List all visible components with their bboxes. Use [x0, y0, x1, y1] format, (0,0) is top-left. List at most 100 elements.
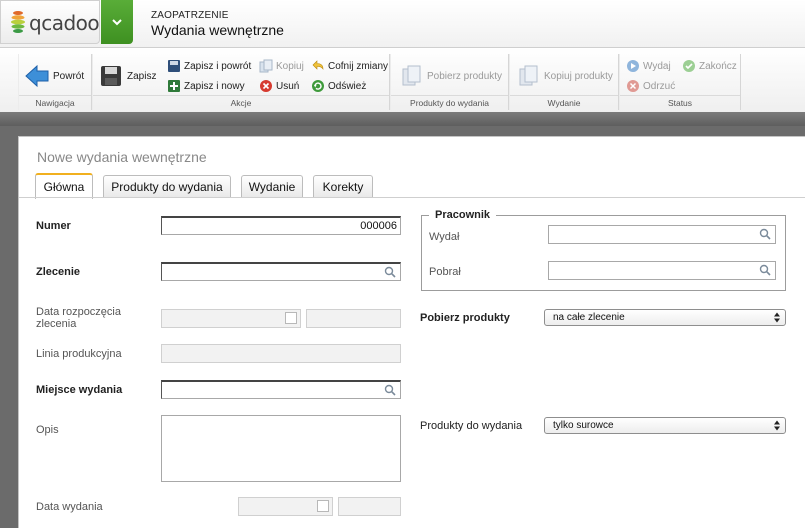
get-products-label: Pobierz produkty: [427, 70, 503, 82]
delete-button[interactable]: Usuń: [259, 79, 299, 93]
production-line-label: Linia produkcyjna: [36, 348, 122, 360]
ribbon-toolbar: Powrót Nawigacja Zapisz Zapisz i powrót: [0, 48, 805, 112]
copy-products-button[interactable]: Kopiuj produkty: [518, 65, 613, 87]
ribbon-group-label: Wydanie: [510, 95, 618, 108]
save-back-label: Zapisz i powrót: [184, 60, 252, 72]
reject-label: Odrzuć: [643, 80, 676, 92]
search-icon[interactable]: [759, 264, 771, 276]
number-value: 000006: [360, 220, 397, 232]
copy-button[interactable]: Kopiuj: [259, 59, 304, 73]
copy-products-label: Kopiuj produkty: [544, 70, 613, 82]
number-label: Numer: [36, 220, 71, 232]
check-icon: [683, 60, 695, 72]
refresh-icon: [312, 80, 324, 92]
issue-place-lookup-field[interactable]: [161, 380, 401, 399]
ribbon-group-actions: Zapisz Zapisz i powrót Zapisz i nowy Kop…: [92, 54, 390, 110]
save-back-icon: [168, 60, 180, 72]
app-header: qcadoo ZAOPATRZENIE Wydania wewnętrzne: [0, 0, 805, 48]
products-to-issue-label: Produkty do wydania: [420, 420, 523, 432]
get-products-button[interactable]: Pobierz produkty: [401, 65, 502, 87]
description-label: Opis: [36, 424, 59, 436]
ribbon-group-label: Akcje: [93, 95, 389, 108]
reject-icon: [627, 80, 639, 92]
arrow-left-icon: [25, 64, 49, 88]
products-to-issue-select-value: tylko surowce: [553, 420, 614, 431]
logo[interactable]: qcadoo: [0, 0, 100, 44]
issue-place-label: Miejsce wydania: [36, 384, 123, 396]
start-date-field[interactable]: [161, 309, 301, 328]
start-date-label-line-1: Data rozpoczęcia: [36, 306, 121, 318]
copy-label: Kopiuj: [276, 60, 304, 72]
issue-date-label: Data wydania: [36, 501, 103, 513]
start-date-label: Data rozpoczęcia zlecenia: [36, 306, 121, 330]
copy-icon: [259, 59, 273, 73]
description-textarea[interactable]: [161, 415, 401, 482]
calendar-icon[interactable]: [317, 500, 329, 512]
breadcrumb-section: ZAOPATRZENIE: [151, 10, 229, 21]
save-and-new-button[interactable]: Zapisz i nowy: [167, 79, 245, 93]
select-arrows-icon: [774, 420, 780, 431]
tab-main[interactable]: Główna: [35, 173, 93, 199]
undo-icon: [312, 60, 324, 70]
get-products-select-value: na całe zlecenie: [553, 312, 625, 323]
play-icon: [627, 60, 639, 72]
issue-time-field[interactable]: [338, 497, 401, 516]
start-time-field[interactable]: [306, 309, 401, 328]
tab-products-to-issue[interactable]: Produkty do wydania: [103, 175, 231, 198]
main-menu-toggle[interactable]: [101, 0, 133, 44]
start-date-label-line-2: zlecenia: [36, 318, 77, 330]
save-button-label: Zapisz: [127, 70, 157, 82]
finish-label: Zakończ: [699, 60, 737, 72]
save-button[interactable]: Zapisz: [99, 64, 156, 88]
get-products-label: Pobierz produkty: [420, 312, 510, 324]
delete-icon: [260, 80, 272, 92]
issue-button[interactable]: Wydaj: [626, 59, 671, 73]
delete-label: Usuń: [276, 80, 300, 92]
back-button[interactable]: Powrót: [25, 64, 84, 88]
chevron-down-icon: [112, 19, 122, 26]
production-line-field[interactable]: [161, 344, 401, 363]
qcadoo-logo-icon: [11, 11, 25, 33]
ribbon-group-navigation: Powrót Nawigacja: [18, 54, 92, 110]
page-title: Wydania wewnętrzne: [151, 22, 284, 38]
get-products-select[interactable]: na całe zlecenie: [544, 309, 786, 326]
document-copy-icon: [519, 65, 538, 86]
search-icon[interactable]: [384, 266, 396, 278]
calendar-icon[interactable]: [285, 312, 297, 324]
search-icon[interactable]: [759, 228, 771, 240]
undo-changes-button[interactable]: Cofnij zmiany: [311, 59, 388, 73]
ribbon-group-status: Wydaj Zakończ Odrzuć Status: [619, 54, 741, 110]
received-by-lookup-field[interactable]: [548, 261, 776, 280]
panel-title: Nowe wydania wewnętrzne: [37, 149, 207, 165]
ribbon-group-label: Status: [620, 95, 740, 108]
undo-label: Cofnij zmiany: [328, 60, 389, 72]
order-lookup-field[interactable]: [161, 262, 401, 281]
tabs-divider: [19, 197, 805, 198]
finish-button[interactable]: Zakończ: [682, 59, 737, 73]
search-icon[interactable]: [384, 384, 396, 396]
form-panel: Nowe wydania wewnętrzne Główna Produkty …: [18, 136, 805, 528]
worker-legend: Pracownik: [429, 209, 497, 221]
issue-label: Wydaj: [643, 60, 671, 72]
logo-text: qcadoo: [29, 11, 100, 35]
ribbon-group-issue: Kopiuj produkty Wydanie: [509, 54, 619, 110]
back-button-label: Powrót: [53, 70, 85, 82]
ribbon-group-label: Nawigacja: [19, 95, 91, 108]
products-to-issue-select[interactable]: tylko surowce: [544, 417, 786, 434]
reject-button[interactable]: Odrzuć: [626, 79, 675, 93]
save-new-label: Zapisz i nowy: [184, 80, 245, 92]
ribbon-shadow: [0, 112, 805, 126]
floppy-disk-icon: [101, 66, 121, 86]
save-and-back-button[interactable]: Zapisz i powrót: [167, 59, 251, 73]
issued-by-label: Wydał: [429, 231, 460, 243]
received-by-label: Pobrał: [429, 266, 461, 278]
document-stack-icon: [402, 65, 421, 86]
tab-issue[interactable]: Wydanie: [241, 175, 303, 198]
ribbon-group-products-to-issue: Pobierz produkty Produkty do wydania: [390, 54, 509, 110]
tab-corrections[interactable]: Korekty: [313, 175, 373, 198]
refresh-button[interactable]: Odśwież: [311, 79, 366, 93]
issue-date-field[interactable]: [238, 497, 333, 516]
number-field[interactable]: 000006: [161, 216, 401, 235]
issued-by-lookup-field[interactable]: [548, 225, 776, 244]
select-arrows-icon: [774, 312, 780, 323]
